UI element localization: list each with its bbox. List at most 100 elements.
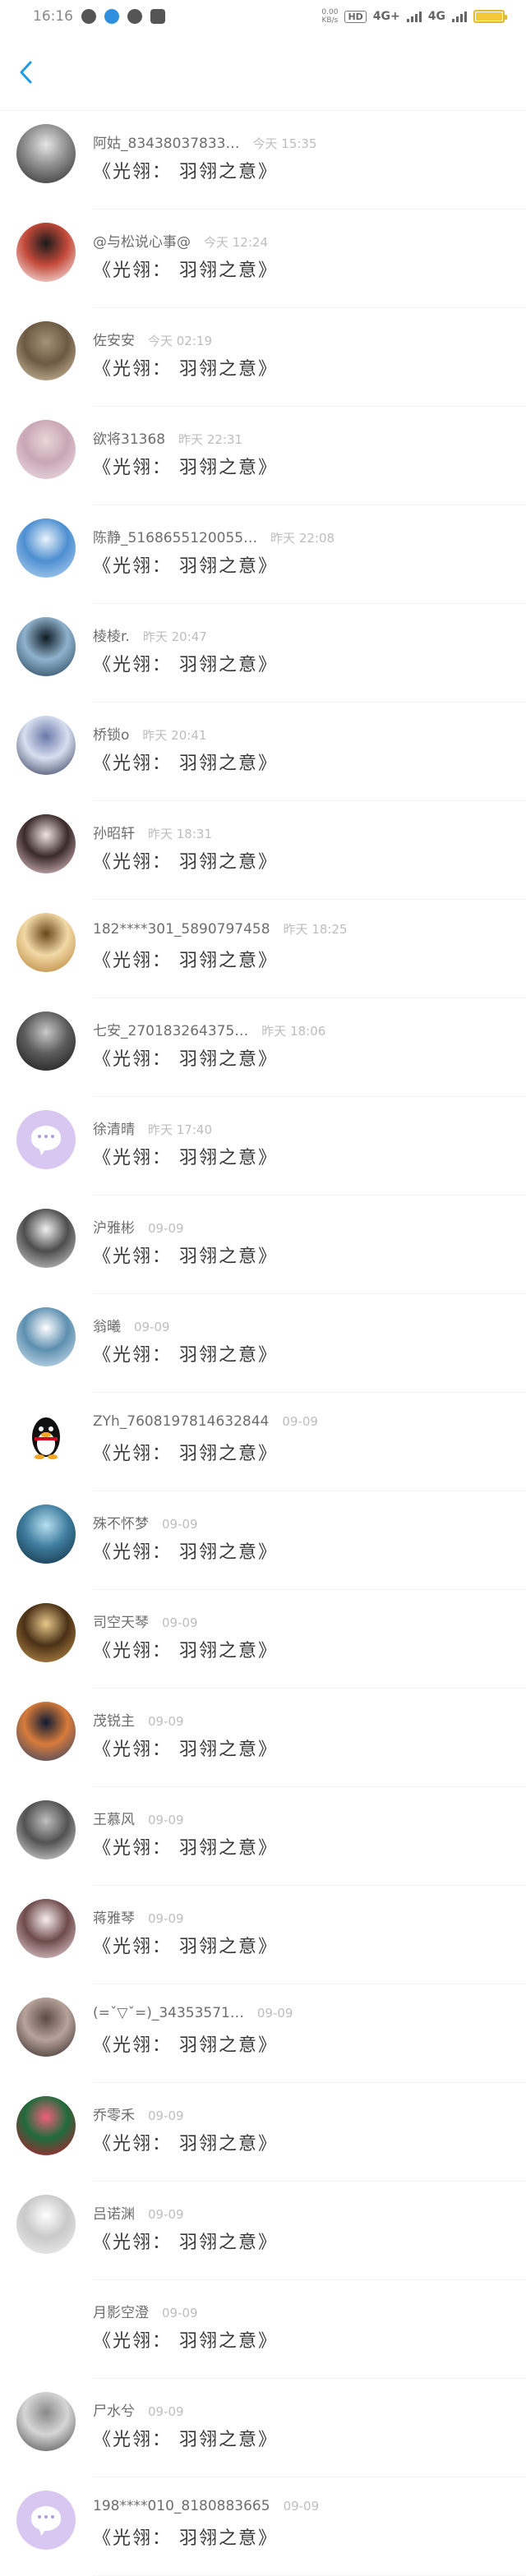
user-name[interactable]: 尸水兮 bbox=[93, 2399, 135, 2420]
list-item[interactable]: 殊不怀梦 09-09 《光翎： 羽翎之意》 bbox=[0, 1491, 526, 1590]
avatar[interactable] bbox=[16, 2392, 76, 2451]
shared-title[interactable]: 《光翎： 羽翎之意》 bbox=[93, 2326, 278, 2353]
user-name[interactable]: 182****301_5890797458 bbox=[93, 921, 270, 938]
shared-title[interactable]: 《光翎： 羽翎之意》 bbox=[93, 2030, 278, 2057]
user-name[interactable]: @与松说心事@ bbox=[93, 230, 191, 251]
shared-title[interactable]: 《光翎： 羽翎之意》 bbox=[93, 847, 278, 873]
shared-title[interactable]: 《光翎： 羽翎之意》 bbox=[93, 1932, 278, 1958]
shared-title[interactable]: 《光翎： 羽翎之意》 bbox=[93, 453, 278, 479]
shared-title[interactable]: 《光翎： 羽翎之意》 bbox=[93, 749, 278, 775]
list-item[interactable]: 蒋雅琴 09-09 《光翎： 羽翎之意》 bbox=[0, 1886, 526, 1984]
shared-title[interactable]: 《光翎： 羽翎之意》 bbox=[93, 1044, 278, 1071]
avatar[interactable] bbox=[16, 2096, 76, 2155]
list-item[interactable]: 桥锁o 昨天 20:41 《光翎： 羽翎之意》 bbox=[0, 703, 526, 801]
user-name[interactable]: 乔零禾 bbox=[93, 2104, 135, 2124]
user-name[interactable]: 棱棱r. bbox=[93, 624, 130, 645]
shared-title[interactable]: 《光翎： 羽翎之意》 bbox=[93, 650, 278, 676]
avatar[interactable] bbox=[16, 1406, 76, 1465]
list-item[interactable]: 198****010_8180883665 09-09 《光翎： 羽翎之意》 bbox=[0, 2477, 526, 2576]
user-name[interactable]: 桥锁o bbox=[93, 723, 129, 744]
shared-title[interactable]: 《光翎： 羽翎之意》 bbox=[93, 1439, 278, 1465]
shared-title[interactable]: 《光翎： 羽翎之意》 bbox=[93, 354, 278, 380]
list-item[interactable]: 七安_270183264375… 昨天 18:06 《光翎： 羽翎之意》 bbox=[0, 998, 526, 1097]
list-item[interactable]: 徐清晴 昨天 17:40 《光翎： 羽翎之意》 bbox=[0, 1097, 526, 1196]
shared-title[interactable]: 《光翎： 羽翎之意》 bbox=[93, 1340, 278, 1366]
user-name[interactable]: 阿姑_83438037833… bbox=[93, 131, 239, 152]
back-button[interactable] bbox=[12, 54, 39, 90]
shared-title[interactable]: 《光翎： 羽翎之意》 bbox=[93, 1242, 278, 1268]
user-name[interactable]: 月影空澄 bbox=[93, 2301, 149, 2321]
user-name[interactable]: 王慕风 bbox=[93, 1808, 135, 1828]
avatar[interactable] bbox=[16, 420, 76, 479]
shared-title[interactable]: 《光翎： 羽翎之意》 bbox=[93, 551, 278, 578]
avatar[interactable] bbox=[16, 321, 76, 380]
avatar[interactable] bbox=[16, 1800, 76, 1859]
user-name[interactable]: 陈静_5168655120055… bbox=[93, 526, 257, 546]
avatar[interactable] bbox=[16, 1603, 76, 1662]
user-name[interactable]: 翁曦 bbox=[93, 1315, 121, 1335]
shared-title[interactable]: 《光翎： 羽翎之意》 bbox=[93, 946, 278, 972]
avatar[interactable] bbox=[16, 1307, 76, 1366]
avatar[interactable] bbox=[16, 1209, 76, 1268]
user-name[interactable]: 欲将31368 bbox=[93, 427, 165, 448]
shared-title[interactable]: 《光翎： 羽翎之意》 bbox=[93, 1636, 278, 1662]
user-name[interactable]: 蒋雅琴 bbox=[93, 1906, 135, 1927]
user-name[interactable]: 茂锐主 bbox=[93, 1709, 135, 1730]
list-item[interactable]: 182****301_5890797458 昨天 18:25 《光翎： 羽翎之意》 bbox=[0, 900, 526, 998]
list-item[interactable]: (=ˇ▽ˇ=)_34353571… 09-09 《光翎： 羽翎之意》 bbox=[0, 1984, 526, 2083]
avatar[interactable] bbox=[16, 223, 76, 282]
list-item[interactable]: 司空天琴 09-09 《光翎： 羽翎之意》 bbox=[0, 1590, 526, 1689]
list-item[interactable]: 欲将31368 昨天 22:31 《光翎： 羽翎之意》 bbox=[0, 407, 526, 505]
user-name[interactable]: 佐安安 bbox=[93, 329, 135, 349]
user-name[interactable]: 殊不怀梦 bbox=[93, 1512, 149, 1532]
shared-title[interactable]: 《光翎： 羽翎之意》 bbox=[93, 2523, 278, 2550]
list-item[interactable]: 棱棱r. 昨天 20:47 《光翎： 羽翎之意》 bbox=[0, 604, 526, 703]
user-name[interactable]: (=ˇ▽ˇ=)_34353571… bbox=[93, 2005, 244, 2021]
avatar[interactable] bbox=[16, 913, 76, 972]
avatar[interactable] bbox=[16, 2195, 76, 2254]
list-item[interactable]: 吕诺渊 09-09 《光翎： 羽翎之意》 bbox=[0, 2182, 526, 2280]
avatar[interactable] bbox=[16, 1702, 76, 1761]
user-name[interactable]: 沪雅彬 bbox=[93, 1216, 135, 1237]
avatar[interactable] bbox=[16, 2293, 76, 2353]
user-name[interactable]: 徐清晴 bbox=[93, 1117, 135, 1138]
avatar[interactable] bbox=[16, 2491, 76, 2550]
user-name[interactable]: 七安_270183264375… bbox=[93, 1019, 248, 1039]
list-item[interactable]: 翁曦 09-09 《光翎： 羽翎之意》 bbox=[0, 1294, 526, 1393]
shared-title[interactable]: 《光翎： 羽翎之意》 bbox=[93, 2129, 278, 2155]
shared-title[interactable]: 《光翎： 羽翎之意》 bbox=[93, 157, 278, 183]
shared-title[interactable]: 《光翎： 羽翎之意》 bbox=[93, 1833, 278, 1859]
list-item[interactable]: 孙昭轩 昨天 18:31 《光翎： 羽翎之意》 bbox=[0, 801, 526, 900]
list-item[interactable]: 乔零禾 09-09 《光翎： 羽翎之意》 bbox=[0, 2083, 526, 2182]
list-item[interactable]: 茂锐主 09-09 《光翎： 羽翎之意》 bbox=[0, 1689, 526, 1787]
list-item[interactable]: 月影空澄 09-09 《光翎： 羽翎之意》 bbox=[0, 2280, 526, 2379]
avatar[interactable] bbox=[16, 518, 76, 578]
avatar[interactable] bbox=[16, 1012, 76, 1071]
user-name[interactable]: ZYh_7608197814632844 bbox=[93, 1413, 269, 1430]
user-name[interactable]: 吕诺渊 bbox=[93, 2202, 135, 2223]
list-item[interactable]: @与松说心事@ 今天 12:24 《光翎： 羽翎之意》 bbox=[0, 210, 526, 308]
shared-title[interactable]: 《光翎： 羽翎之意》 bbox=[93, 256, 278, 282]
shared-title[interactable]: 《光翎： 羽翎之意》 bbox=[93, 2425, 278, 2451]
user-name[interactable]: 司空天琴 bbox=[93, 1611, 149, 1631]
avatar[interactable] bbox=[16, 716, 76, 775]
list-item[interactable]: 尸水兮 09-09 《光翎： 羽翎之意》 bbox=[0, 2379, 526, 2477]
avatar[interactable] bbox=[16, 1110, 76, 1169]
list-item[interactable]: 陈静_5168655120055… 昨天 22:08 《光翎： 羽翎之意》 bbox=[0, 505, 526, 604]
avatar[interactable] bbox=[16, 1505, 76, 1564]
avatar[interactable] bbox=[16, 1899, 76, 1958]
user-name[interactable]: 孙昭轩 bbox=[93, 822, 135, 842]
list-item[interactable]: 阿姑_83438037833… 今天 15:35 《光翎： 羽翎之意》 bbox=[0, 111, 526, 210]
avatar[interactable] bbox=[16, 124, 76, 183]
shared-title[interactable]: 《光翎： 羽翎之意》 bbox=[93, 1735, 278, 1761]
list-item[interactable]: ZYh_7608197814632844 09-09 《光翎： 羽翎之意》 bbox=[0, 1393, 526, 1491]
list-item[interactable]: 王慕风 09-09 《光翎： 羽翎之意》 bbox=[0, 1787, 526, 1886]
shared-title[interactable]: 《光翎： 羽翎之意》 bbox=[93, 2228, 278, 2254]
shared-title[interactable]: 《光翎： 羽翎之意》 bbox=[93, 1143, 278, 1169]
avatar[interactable] bbox=[16, 814, 76, 873]
shared-title[interactable]: 《光翎： 羽翎之意》 bbox=[93, 1537, 278, 1564]
avatar[interactable] bbox=[16, 617, 76, 676]
list-item[interactable]: 佐安安 今天 02:19 《光翎： 羽翎之意》 bbox=[0, 308, 526, 407]
user-name[interactable]: 198****010_8180883665 bbox=[93, 2498, 270, 2514]
avatar[interactable] bbox=[16, 1998, 76, 2057]
